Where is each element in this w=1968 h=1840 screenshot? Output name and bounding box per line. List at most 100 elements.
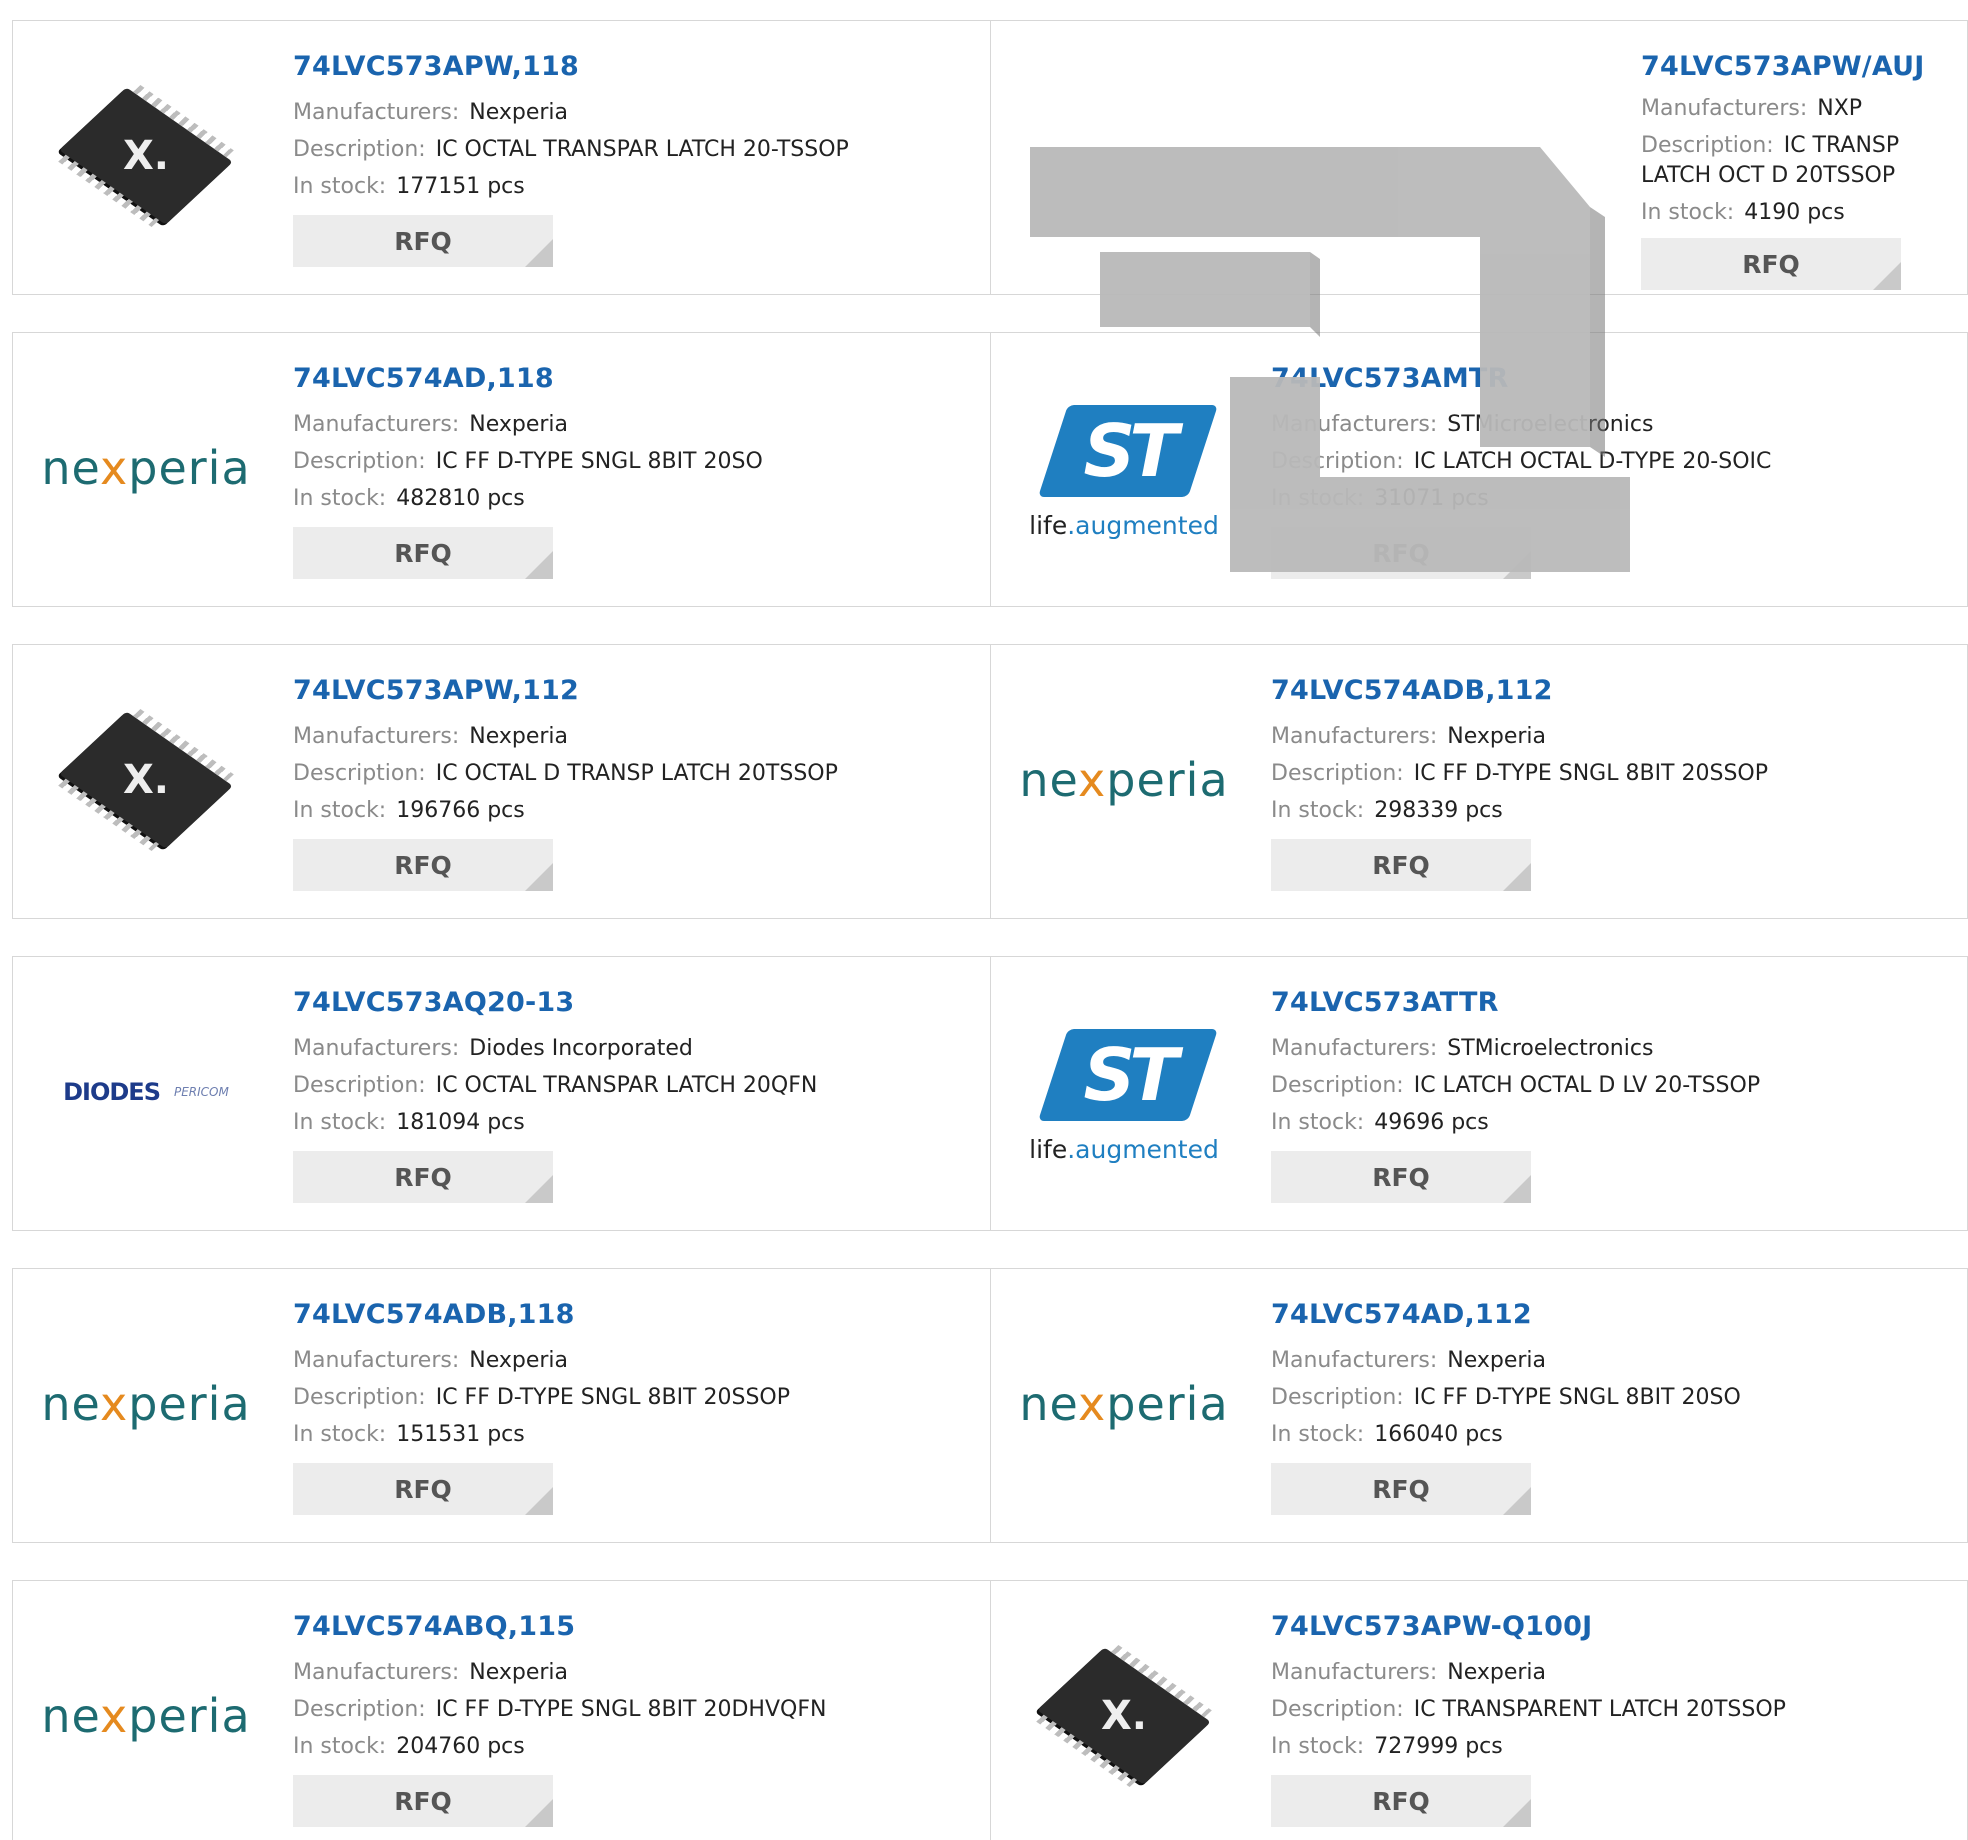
description-line: Description: IC OCTAL TRANSPAR LATCH 20-T… bbox=[293, 137, 849, 162]
product-card: nexperia 74LVC574ADB,118 Manufacturers: Nex… bbox=[13, 1269, 990, 1542]
rfq-button[interactable]: RFQ bbox=[1271, 527, 1531, 579]
stock-value: 166040 pcs bbox=[1374, 1422, 1503, 1447]
product-info: 74LVC574ABQ,115 Manufacturers: Nexperia Des… bbox=[293, 1611, 973, 1827]
product-card: nexperia 74LVC574AD,112 Manufacturers: Nexp… bbox=[991, 1269, 1968, 1542]
rfq-button[interactable]: RFQ bbox=[1271, 1151, 1531, 1203]
stock-value: 4190 pcs bbox=[1744, 200, 1845, 225]
rfq-button[interactable]: RFQ bbox=[1271, 1463, 1531, 1515]
description-value: IC OCTAL TRANSPAR LATCH 20-TSSOP bbox=[435, 137, 849, 162]
product-image[interactable]: X. bbox=[41, 695, 251, 865]
product-info: 74LVC574ADB,118 Manufacturers: Nexperia Des… bbox=[293, 1299, 973, 1515]
product-card: nexperia 74LVC574ABQ,115 Manufacturers: Nex… bbox=[13, 1581, 990, 1840]
product-info: 74LVC573AMTR Manufacturers: STMicroelectro… bbox=[1271, 363, 1951, 579]
description-value: IC OCTAL TRANSPAR LATCH 20QFN bbox=[435, 1073, 818, 1098]
manufacturer-line: Manufacturers: Nexperia bbox=[293, 724, 569, 749]
product-image[interactable]: nexperia bbox=[41, 383, 251, 553]
nexperia-logo: nexperia bbox=[41, 1377, 251, 1431]
st-logo: life.augmented bbox=[1029, 397, 1219, 540]
stock-value: 196766 pcs bbox=[396, 798, 525, 823]
product-part-link[interactable]: 74LVC573AQ20-13 bbox=[293, 987, 973, 1018]
product-info: 74LVC574AD,118 Manufacturers: Nexperia Desc… bbox=[293, 363, 973, 579]
stock-line: In stock: 196766 pcs bbox=[293, 798, 525, 823]
rfq-button[interactable]: RFQ bbox=[1271, 1775, 1531, 1827]
rfq-button[interactable]: RFQ bbox=[293, 839, 553, 891]
product-image[interactable]: nexperia bbox=[1019, 695, 1229, 865]
manufacturer-value: STMicroelectronics bbox=[1447, 1036, 1654, 1061]
product-image[interactable]: nexperia bbox=[41, 1631, 251, 1801]
manufacturer-line: Manufacturers: Diodes Incorporated bbox=[293, 1036, 693, 1061]
stock-line: In stock: 166040 pcs bbox=[1271, 1422, 1503, 1447]
button-corner-decoration bbox=[525, 863, 553, 891]
product-part-link[interactable]: 74LVC573APW,112 bbox=[293, 675, 973, 706]
stock-value: 151531 pcs bbox=[396, 1422, 525, 1447]
product-row: nexperia 74LVC574AD,118 Manufacturers: Nexp… bbox=[12, 332, 1968, 607]
diodes-logo: DIODES PERICOM bbox=[63, 1078, 229, 1106]
product-image[interactable]: DIODES PERICOM bbox=[41, 1007, 251, 1177]
product-card: 74LVC573APW/AUJ Manufacturers: NXP Descript… bbox=[991, 21, 1968, 294]
rfq-button[interactable]: RFQ bbox=[293, 527, 553, 579]
product-row: nexperia 74LVC574ADB,118 Manufacturers: Nex… bbox=[12, 1268, 1968, 1543]
manufacturer-line: Manufacturers: Nexperia bbox=[1271, 1348, 1547, 1373]
description-line: Description: IC FF D-TYPE SNGL 8BIT 20SSO… bbox=[1271, 761, 1768, 786]
stock-line: In stock: 4190 pcs bbox=[1641, 200, 1845, 225]
product-info: 74LVC573APW/AUJ Manufacturers: NXP Descript… bbox=[1641, 51, 1961, 290]
manufacturer-value: NXP bbox=[1817, 96, 1863, 121]
manufacturer-value: Nexperia bbox=[469, 1348, 569, 1373]
product-part-link[interactable]: 74LVC573APW-Q100J bbox=[1271, 1611, 1951, 1642]
product-image[interactable]: X. bbox=[41, 71, 251, 241]
product-row: X. 74LVC573APW,118 Manufacturers: Nexperia D… bbox=[12, 20, 1968, 295]
stock-value: 298339 pcs bbox=[1374, 798, 1503, 823]
product-image[interactable]: life.augmented bbox=[1019, 1007, 1229, 1177]
st-mark-icon bbox=[1038, 397, 1218, 507]
product-image[interactable]: nexperia bbox=[1019, 1319, 1229, 1489]
manufacturer-line: Manufacturers: Nexperia bbox=[293, 1348, 569, 1373]
product-info: 74LVC573APW,118 Manufacturers: Nexperia Des… bbox=[293, 51, 973, 267]
manufacturer-value: STMicroelectronics bbox=[1447, 412, 1654, 437]
stock-value: 204760 pcs bbox=[396, 1734, 525, 1759]
rfq-button[interactable]: RFQ bbox=[1641, 238, 1901, 290]
product-part-link[interactable]: 74LVC573AMTR bbox=[1271, 363, 1951, 394]
st-tagline: life.augmented bbox=[1029, 510, 1219, 540]
st-mark-icon bbox=[1038, 1021, 1218, 1131]
product-part-link[interactable]: 74LVC574AD,112 bbox=[1271, 1299, 1951, 1330]
product-part-link[interactable]: 74LVC574ADB,118 bbox=[293, 1299, 973, 1330]
product-info: 74LVC573APW-Q100J Manufacturers: Nexperia D… bbox=[1271, 1611, 1951, 1827]
manufacturer-line: Manufacturers: STMicroelectronics bbox=[1271, 1036, 1654, 1061]
description-line: Description: IC LATCH OCTAL D-TYPE 20-SOI… bbox=[1271, 449, 1772, 474]
button-corner-decoration bbox=[1873, 262, 1901, 290]
product-part-link[interactable]: 74LVC573APW/AUJ bbox=[1641, 51, 1961, 82]
product-part-link[interactable]: 74LVC574ADB,112 bbox=[1271, 675, 1951, 706]
product-part-link[interactable]: 74LVC574ABQ,115 bbox=[293, 1611, 973, 1642]
product-part-link[interactable]: 74LVC574AD,118 bbox=[293, 363, 973, 394]
product-image[interactable]: life.augmented bbox=[1019, 383, 1229, 553]
button-corner-decoration bbox=[1503, 551, 1531, 579]
product-image[interactable]: nexperia bbox=[41, 1319, 251, 1489]
button-corner-decoration bbox=[525, 1487, 553, 1515]
manufacturer-value: Nexperia bbox=[469, 724, 569, 749]
product-card: X. 74LVC573APW,112 Manufacturers: Nexperia D… bbox=[13, 645, 990, 918]
product-info: 74LVC573AQ20-13 Manufacturers: Diodes Inco… bbox=[293, 987, 973, 1203]
rfq-button[interactable]: RFQ bbox=[1271, 839, 1531, 891]
product-image[interactable]: X. bbox=[1019, 1631, 1229, 1801]
manufacturer-value: Nexperia bbox=[469, 412, 569, 437]
manufacturer-value: Nexperia bbox=[1447, 1660, 1547, 1685]
rfq-button[interactable]: RFQ bbox=[293, 1151, 553, 1203]
product-card: X. 74LVC573APW,118 Manufacturers: Nexperia D… bbox=[13, 21, 990, 294]
nexperia-logo: nexperia bbox=[41, 441, 251, 495]
description-value: IC LATCH OCTAL D LV 20-TSSOP bbox=[1413, 1073, 1761, 1098]
description-line: Description: IC OCTAL D TRANSP LATCH 20TS… bbox=[293, 761, 838, 786]
product-part-link[interactable]: 74LVC573ATTR bbox=[1271, 987, 1951, 1018]
manufacturer-value: Diodes Incorporated bbox=[469, 1036, 693, 1061]
manufacturer-value: Nexperia bbox=[469, 100, 569, 125]
description-line: Description: IC LATCH OCTAL D LV 20-TSSOP bbox=[1271, 1073, 1761, 1098]
stock-value: 727999 pcs bbox=[1374, 1734, 1503, 1759]
product-info: 74LVC573APW,112 Manufacturers: Nexperia Des… bbox=[293, 675, 973, 891]
rfq-button[interactable]: RFQ bbox=[293, 215, 553, 267]
button-corner-decoration bbox=[1503, 1799, 1531, 1827]
stock-line: In stock: 31071 pcs bbox=[1271, 486, 1489, 511]
rfq-button[interactable]: RFQ bbox=[293, 1463, 553, 1515]
rfq-button[interactable]: RFQ bbox=[293, 1775, 553, 1827]
product-row: X. 74LVC573APW,112 Manufacturers: Nexperia D… bbox=[12, 644, 1968, 919]
manufacturer-line: Manufacturers: Nexperia bbox=[293, 1660, 569, 1685]
product-part-link[interactable]: 74LVC573APW,118 bbox=[293, 51, 973, 82]
